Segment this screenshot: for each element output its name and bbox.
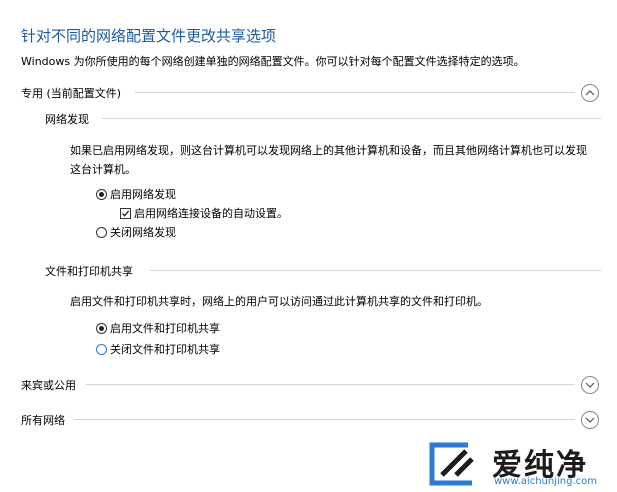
radio-file-sharing-off[interactable]: 关闭文件和打印机共享 [96,342,220,358]
radio-network-discovery-on[interactable]: 启用网络发现 [96,187,176,203]
network-discovery-divider [102,118,601,119]
radio-file-sharing-on[interactable]: 启用文件和打印机共享 [96,321,220,337]
file-sharing-description: 启用文件和打印机共享时，网络上的用户可以访问通过此计算机共享的文件和打印机。 [70,295,488,308]
section-guest-label[interactable]: 来宾或公用 [21,377,76,393]
section-private-label[interactable]: 专用 (当前配置文件) [21,85,121,101]
radio-network-discovery-off[interactable]: 关闭网络发现 [96,225,176,241]
checkbox-auto-setup[interactable]: 启用网络连接设备的自动设置。 [120,206,288,222]
section-all-divider [74,419,575,420]
collapse-private-button[interactable] [581,84,599,102]
brand-logo-icon [429,442,474,486]
watermark-url: www.aichunjing.com [494,476,597,487]
chevron-down-icon [585,382,595,388]
expand-all-button[interactable] [581,411,599,429]
section-private-divider [135,92,575,93]
page-description: Windows 为你所使用的每个网络创建单独的网络配置文件。你可以针对每个配置文… [21,55,525,68]
network-discovery-heading: 网络发现 [45,113,89,126]
watermark-logo: 爱纯净 www.aichunjing.com [428,440,613,488]
radio-unchecked-icon [96,344,107,355]
page-title: 针对不同的网络配置文件更改共享选项 [21,27,277,45]
chevron-down-icon [585,417,595,423]
file-sharing-divider [150,270,601,271]
section-all-label[interactable]: 所有网络 [21,412,65,428]
file-sharing-heading: 文件和打印机共享 [45,265,133,278]
radio-unchecked-icon [96,227,107,238]
expand-guest-button[interactable] [581,376,599,394]
section-guest-divider [86,384,575,385]
radio-checked-icon [96,189,107,200]
chevron-up-icon [585,90,595,96]
network-discovery-description: 如果已启用网络发现，则这台计算机可以发现网络上的其他计算机和设备，而且其他网络计… [70,144,587,176]
checkbox-checked-icon [120,208,131,219]
radio-checked-icon [96,323,107,334]
